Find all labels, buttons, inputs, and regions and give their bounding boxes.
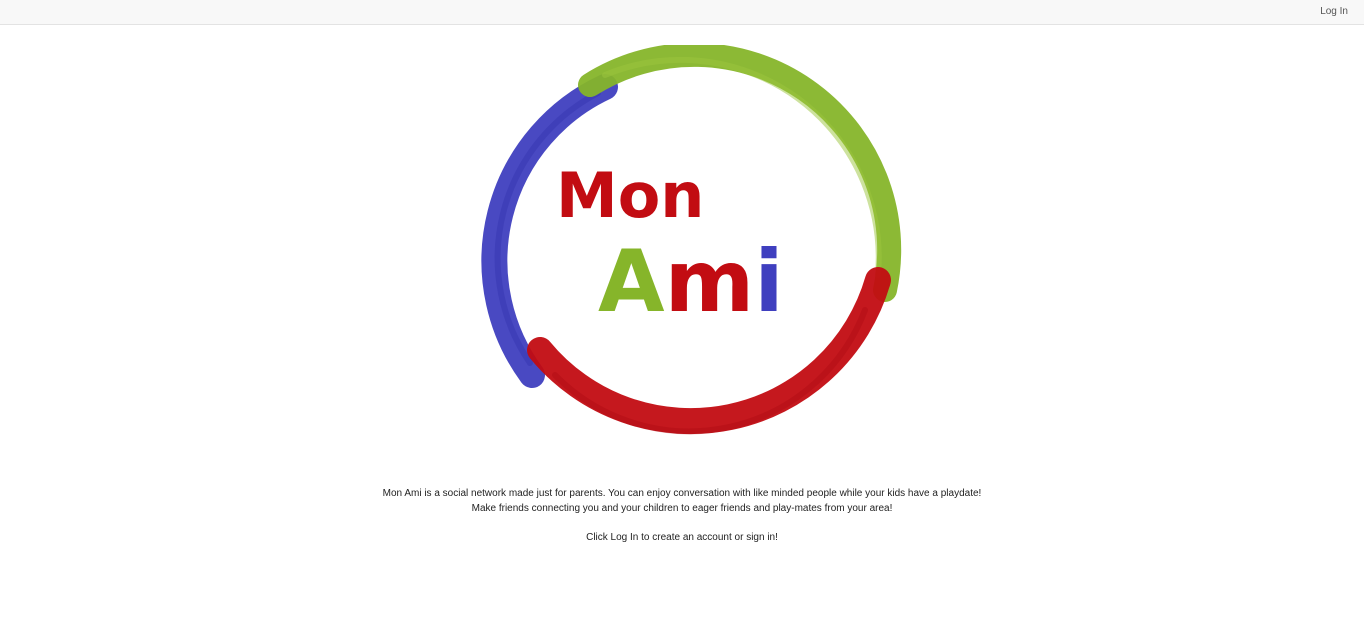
intro-text: Mon Ami is a social network made just fo… xyxy=(382,488,982,514)
mon-ami-logo: Mon Ami xyxy=(470,45,910,470)
logo-text-mon: Mon xyxy=(556,159,704,232)
logo-graphic: Mon Ami xyxy=(481,45,902,435)
top-navbar: Log In xyxy=(0,0,1364,25)
logo-text-ami: Ami xyxy=(598,232,784,332)
log-in-link[interactable]: Log In xyxy=(1320,6,1348,18)
call-to-action-text: Click Log In to create an account or sig… xyxy=(586,532,778,543)
